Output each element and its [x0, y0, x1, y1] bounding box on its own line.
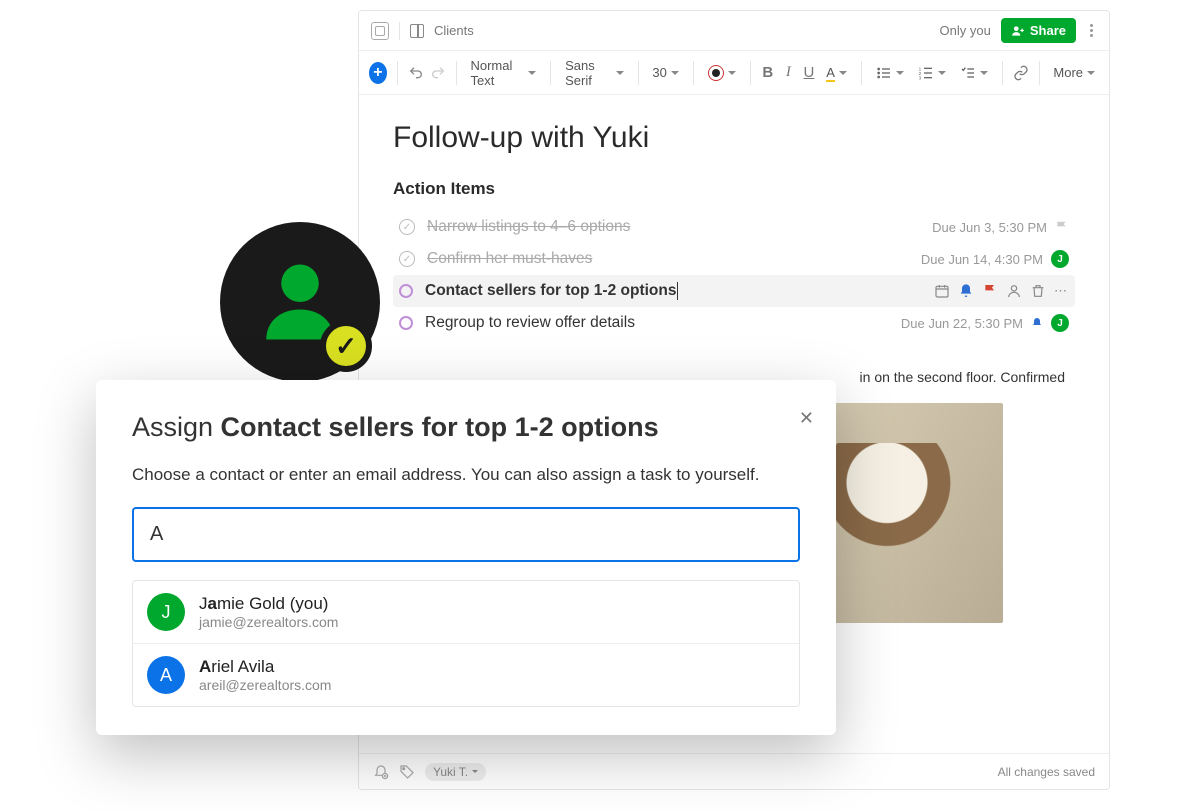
- dialog-subtitle: Choose a contact or enter an email addre…: [132, 465, 800, 485]
- font-family-dropdown[interactable]: Sans Serif: [561, 56, 627, 90]
- italic-button[interactable]: I: [781, 64, 796, 82]
- insert-button[interactable]: +: [369, 62, 387, 84]
- notebook-icon[interactable]: [410, 24, 424, 38]
- bold-button[interactable]: B: [760, 64, 775, 82]
- save-status: All changes saved: [998, 765, 1095, 779]
- flag-icon[interactable]: [982, 283, 998, 299]
- assign-icon[interactable]: [1006, 283, 1022, 299]
- font-size-dropdown[interactable]: 30: [648, 63, 682, 82]
- flag-icon: [1055, 220, 1069, 234]
- checkmark-badge-icon: [320, 320, 372, 372]
- svg-text:3: 3: [918, 75, 921, 80]
- contact-suggestions: J Jamie Gold (you) jamie@zerealtors.com …: [132, 580, 800, 707]
- assign-dialog: ✕ Assign Contact sellers for top 1-2 opt…: [96, 380, 836, 735]
- avatar: A: [147, 656, 185, 694]
- link-icon[interactable]: [1013, 64, 1029, 82]
- task-row[interactable]: Confirm her must-haves Due Jun 14, 4:30 …: [393, 243, 1075, 275]
- visibility-label: Only you: [940, 23, 991, 38]
- task-row[interactable]: Regroup to review offer details Due Jun …: [393, 307, 1075, 339]
- breadcrumb[interactable]: Clients: [434, 23, 474, 38]
- add-reminder-icon[interactable]: [373, 764, 389, 780]
- radio-icon[interactable]: [399, 316, 413, 330]
- trash-icon[interactable]: [1030, 283, 1046, 299]
- share-button[interactable]: Share: [1001, 18, 1076, 43]
- numbered-list-dropdown[interactable]: 123: [914, 63, 950, 83]
- paragraph-style-dropdown[interactable]: Normal Text: [466, 56, 540, 90]
- add-tag-icon[interactable]: [399, 764, 415, 780]
- reminder-icon[interactable]: [958, 283, 974, 299]
- avatar: J: [147, 593, 185, 631]
- dialog-title: Assign Contact sellers for top 1-2 optio…: [132, 412, 800, 443]
- formatting-toolbar: + Normal Text Sans Serif 30 B I U A 123 …: [359, 51, 1109, 95]
- assign-feature-badge: [220, 222, 380, 382]
- checklist-dropdown[interactable]: [956, 63, 992, 83]
- bullet-list-dropdown[interactable]: [872, 63, 908, 83]
- person-add-icon: [1011, 24, 1025, 38]
- assignee-avatar: J: [1051, 314, 1069, 332]
- contact-name: Jamie Gold (you): [199, 594, 338, 614]
- contact-option[interactable]: J Jamie Gold (you) jamie@zerealtors.com: [133, 581, 799, 643]
- footer: Yuki T. All changes saved: [359, 753, 1109, 789]
- close-icon[interactable]: ✕: [799, 408, 814, 429]
- contact-name: Ariel Avila: [199, 657, 331, 677]
- more-icon[interactable]: ⋯: [1054, 283, 1069, 299]
- reminder-small-icon: [1031, 317, 1043, 329]
- task-row[interactable]: Narrow listings to 4–6 options Due Jun 3…: [393, 211, 1075, 243]
- underline-button[interactable]: U: [802, 64, 817, 82]
- text-color-dropdown[interactable]: [704, 63, 740, 83]
- overflow-menu-icon[interactable]: [1086, 20, 1097, 41]
- note-title[interactable]: Follow-up with Yuki: [393, 121, 1075, 155]
- contact-email: areil@zerealtors.com: [199, 677, 331, 693]
- check-icon[interactable]: [399, 219, 415, 235]
- assignee-avatar: J: [1051, 250, 1069, 268]
- expand-icon[interactable]: [371, 22, 389, 40]
- undo-icon[interactable]: [408, 64, 424, 82]
- task-row-selected[interactable]: Contact sellers for top 1-2 options ⋯: [393, 275, 1075, 307]
- contact-input[interactable]: [132, 507, 800, 562]
- section-heading: Action Items: [393, 179, 1075, 199]
- highlight-dropdown[interactable]: A: [822, 63, 851, 82]
- topbar: Clients Only you Share: [359, 11, 1109, 51]
- more-dropdown[interactable]: More: [1049, 63, 1099, 82]
- radio-icon[interactable]: [399, 284, 413, 298]
- contact-email: jamie@zerealtors.com: [199, 614, 338, 630]
- redo-icon[interactable]: [430, 64, 446, 82]
- contact-option[interactable]: A Ariel Avila areil@zerealtors.com: [133, 643, 799, 706]
- check-icon[interactable]: [399, 251, 415, 267]
- person-tag[interactable]: Yuki T.: [425, 763, 486, 781]
- calendar-icon[interactable]: [934, 283, 950, 299]
